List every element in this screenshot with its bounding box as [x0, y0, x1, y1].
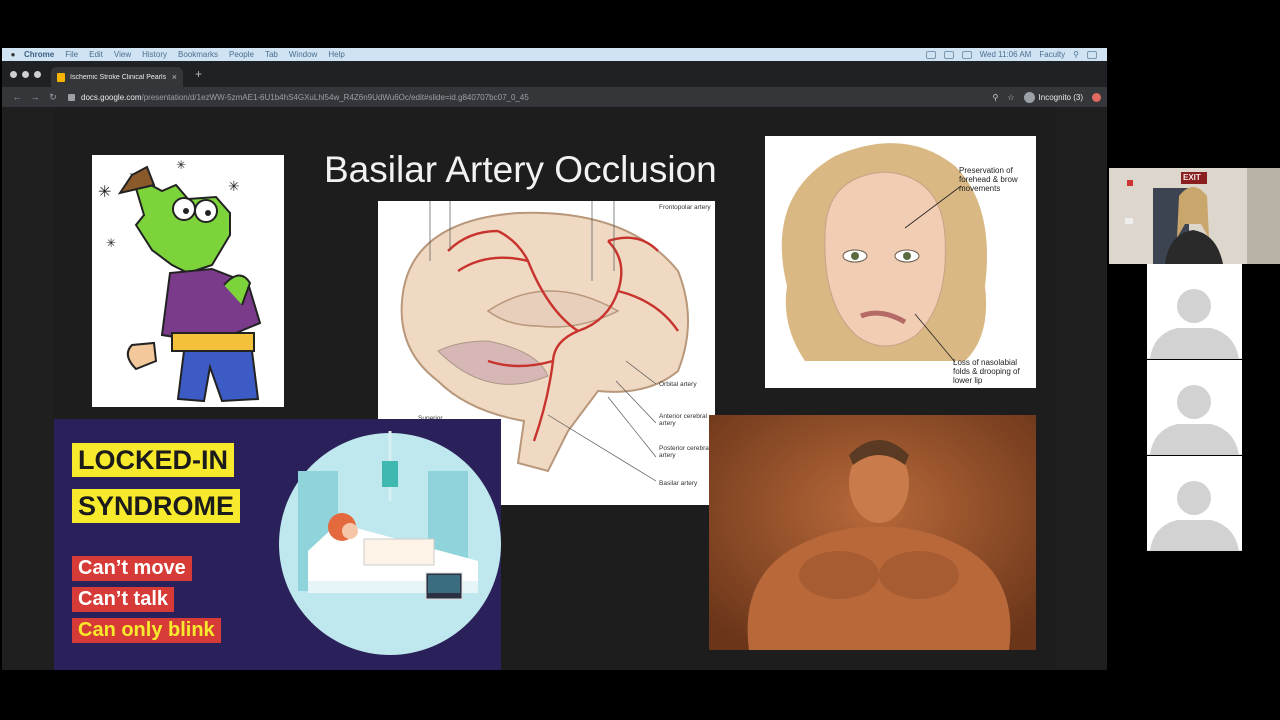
user-name[interactable]: Faculty: [1039, 50, 1065, 59]
menu-bookmarks[interactable]: Bookmarks: [178, 50, 218, 59]
menu-help[interactable]: Help: [328, 50, 344, 59]
participant-tile-2[interactable]: [1147, 360, 1242, 455]
bullet-cant-move: Can’t move: [72, 556, 192, 581]
basilar-artery-label: Basilar artery: [659, 480, 698, 487]
svg-text:✳: ✳: [106, 236, 116, 250]
orbital-label: Orbital artery: [659, 381, 697, 388]
wifi-icon[interactable]: [925, 50, 936, 59]
menu-chrome[interactable]: Chrome: [24, 50, 54, 59]
exit-sign: EXIT: [1183, 173, 1201, 182]
list-icon[interactable]: [1087, 50, 1097, 59]
tab-active[interactable]: Ischemic Stroke Clinical Pearls - ×: [51, 67, 183, 87]
locked-in-title-line2: SYNDROME: [72, 489, 241, 523]
incognito-icon: [1023, 91, 1035, 103]
browser-toolbar: ← → ↻ docs.google.com /presentation/d/1e…: [2, 87, 1107, 107]
svg-text:✳: ✳: [176, 158, 186, 172]
menu-people[interactable]: People: [229, 50, 254, 59]
frontopolar-label: Frontopolar artery: [659, 204, 711, 211]
bookmark-star-icon[interactable]: ☆: [1007, 93, 1014, 102]
presenter-video-frame: [1109, 168, 1280, 264]
presenter-video[interactable]: EXIT: [1109, 168, 1280, 264]
person-placeholder-icon: [1150, 385, 1239, 455]
url-path: /presentation/d/1ezWW-5zmAE1-6U1b4hS4GXu…: [141, 92, 529, 102]
slides-favicon-icon: [57, 72, 65, 82]
maximize-window-button[interactable]: [34, 70, 41, 78]
screen: ● Chrome File Edit View History Bookmark…: [0, 0, 1280, 720]
zoom-icon[interactable]: ⚲: [993, 93, 999, 102]
mac-menu-bar: ● Chrome File Edit View History Bookmark…: [2, 48, 1107, 61]
posterior-cerebral-label: Posterior cerebral artery: [659, 445, 711, 459]
lock-icon[interactable]: [68, 93, 75, 101]
muscular-man-photo: [709, 415, 1036, 650]
bodybuilder-photo: [709, 415, 1036, 650]
minimize-window-button[interactable]: [22, 70, 29, 78]
close-tab-icon[interactable]: ×: [172, 72, 177, 82]
window-controls: [10, 70, 41, 78]
display-icon[interactable]: [943, 50, 954, 59]
confused-man-illustration: ✳ ✳ ✳ ✳: [98, 158, 262, 403]
tab-strip: Ischemic Stroke Clinical Pearls - × +: [2, 61, 1107, 87]
person-placeholder-icon: [1150, 289, 1239, 359]
toolbar-actions: ⚲ ☆ Incognito (3): [993, 91, 1101, 103]
anterior-cerebral-label: Anterior cerebral artery: [659, 413, 708, 427]
chrome-menu-icon[interactable]: [1092, 92, 1101, 102]
profile-label: Incognito (3): [1038, 92, 1083, 102]
svg-text:✳: ✳: [98, 182, 111, 201]
menu-tab[interactable]: Tab: [265, 50, 278, 59]
svg-text:✳: ✳: [228, 179, 240, 195]
forehead-preservation-label: Preservation of forehead & brow movement…: [959, 166, 1018, 193]
menu-window[interactable]: Window: [289, 50, 317, 59]
close-window-button[interactable]: [10, 70, 17, 78]
clock[interactable]: Wed 11:06 AM: [980, 50, 1032, 59]
participant-tile-1[interactable]: [1147, 264, 1242, 359]
volume-icon[interactable]: [961, 50, 972, 59]
menu-history[interactable]: History: [142, 50, 167, 59]
url-host: docs.google.com: [81, 92, 142, 102]
address-bar[interactable]: docs.google.com /presentation/d/1ezWW-5z…: [68, 89, 993, 105]
nasolabial-loss-label: Loss of nasolabial folds & drooping of l…: [953, 358, 1020, 385]
tab-title: Ischemic Stroke Clinical Pearls -: [70, 73, 168, 81]
bullet-can-only-blink: Can only blink: [72, 618, 221, 643]
apple-icon[interactable]: ●: [2, 50, 24, 59]
back-icon[interactable]: ←: [8, 92, 26, 102]
reload-icon[interactable]: ↻: [44, 92, 62, 103]
hospital-bed-illustration: [279, 431, 501, 655]
new-tab-button[interactable]: +: [195, 67, 202, 81]
bullet-cant-talk: Can’t talk: [72, 587, 175, 612]
locked-in-title-line1: LOCKED-IN: [72, 443, 234, 477]
spotlight-icon[interactable]: ⚲: [1073, 50, 1079, 59]
menu-view[interactable]: View: [114, 50, 131, 59]
presentation-slide: Basilar Artery Occlusion ✳ ✳ ✳ ✳ Frontop…: [54, 107, 1056, 670]
menu-extras: Wed 11:06 AM Faculty ⚲: [925, 50, 1107, 59]
menu-edit[interactable]: Edit: [89, 50, 103, 59]
slide-title: Basilar Artery Occlusion: [324, 149, 717, 190]
confused-cartoon-image: ✳ ✳ ✳ ✳: [92, 155, 284, 407]
incognito-profile[interactable]: Incognito (3): [1023, 91, 1083, 103]
person-placeholder-icon: [1150, 481, 1239, 551]
facial-palsy-illustration: Preservation of forehead & brow movement…: [765, 136, 1036, 388]
forward-icon[interactable]: →: [26, 92, 44, 102]
participant-tile-3[interactable]: [1147, 456, 1242, 551]
locked-in-syndrome-graphic: LOCKED-IN SYNDROME Can’t move Can’t talk…: [54, 419, 501, 670]
menu-file[interactable]: File: [65, 50, 78, 59]
